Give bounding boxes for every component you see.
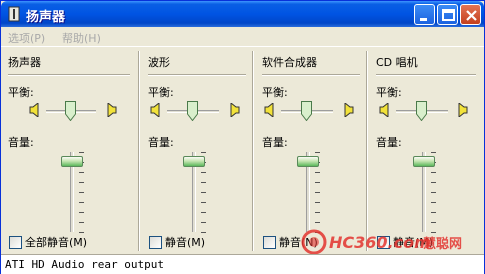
title-bar[interactable]: 扬声器 <box>1 1 484 27</box>
balance-slider-thumb[interactable] <box>187 101 198 122</box>
volume-label: 音量: <box>262 136 288 149</box>
mute-checkbox[interactable]: 静音(M) <box>149 234 205 250</box>
column-divider <box>366 51 368 251</box>
channel-title: 波形 <box>148 56 170 69</box>
volume-slider-thumb[interactable] <box>413 156 435 167</box>
volume-label: 音量: <box>148 136 174 149</box>
menu-bar: 选项(P) 帮助(H) <box>1 27 484 46</box>
mixer-window: 扬声器 选项(P) 帮助(H) 扬声器 平衡: 音量: 全部静音(M) 波形 平… <box>0 0 485 274</box>
title-rule <box>8 74 130 76</box>
column-divider <box>252 51 254 251</box>
speaker-app-icon <box>6 6 22 22</box>
mute-all-checkbox[interactable]: 全部静音(M) <box>9 234 87 250</box>
speaker-right-icon <box>342 101 354 119</box>
speaker-left-icon <box>264 101 276 119</box>
maximize-button[interactable] <box>437 4 458 25</box>
volume-label: 音量: <box>8 136 34 149</box>
speaker-left-icon <box>150 101 162 119</box>
volume-slider-thumb[interactable] <box>297 156 319 167</box>
status-device-name: ATI HD Audio rear output <box>5 258 164 271</box>
checkbox-box[interactable] <box>263 235 276 249</box>
channel-title: CD 唱机 <box>376 56 418 69</box>
balance-slider-thumb[interactable] <box>416 101 427 122</box>
menu-options[interactable]: 选项(P) <box>8 30 45 46</box>
menu-separator <box>1 46 484 47</box>
volume-slider-thumb[interactable] <box>183 156 205 167</box>
balance-slider-thumb[interactable] <box>301 101 312 122</box>
speaker-left-icon <box>379 101 391 119</box>
channel-cd: CD 唱机 平衡: 音量: 静音(M) <box>376 48 480 253</box>
speaker-right-icon <box>105 101 117 119</box>
balance-label: 平衡: <box>262 86 288 99</box>
svg-text:慧聪网: 慧聪网 <box>423 236 462 252</box>
status-bar: ATI HD Audio rear output <box>1 254 484 274</box>
volume-slider-thumb[interactable] <box>61 156 83 167</box>
checkbox-box[interactable] <box>149 235 162 249</box>
channel-sw-synth: 软件合成器 平衡: 音量: 静音(N) <box>262 48 366 253</box>
close-button[interactable] <box>460 4 481 25</box>
volume-label: 音量: <box>376 136 402 149</box>
window-title: 扬声器 <box>26 10 66 25</box>
column-divider <box>138 51 140 251</box>
channel-title: 扬声器 <box>8 56 41 69</box>
menu-help[interactable]: 帮助(H) <box>62 30 101 46</box>
balance-label: 平衡: <box>376 86 402 99</box>
checkbox-box[interactable] <box>9 235 22 249</box>
speaker-right-icon <box>456 101 468 119</box>
title-rule <box>262 74 360 76</box>
mute-label: 全部静音(M) <box>25 236 88 249</box>
speaker-left-icon <box>29 101 41 119</box>
title-rule <box>376 74 476 76</box>
balance-label: 平衡: <box>8 86 34 99</box>
channel-title: 软件合成器 <box>262 56 317 69</box>
balance-slider-thumb[interactable] <box>65 101 76 122</box>
channel-wave: 波形 平衡: 音量: 静音(M) <box>148 48 252 253</box>
title-rule <box>148 74 246 76</box>
channel-master: 扬声器 平衡: 音量: 全部静音(M) <box>8 48 136 253</box>
svg-text:HC360.com: HC360.com <box>329 233 431 252</box>
balance-label: 平衡: <box>148 86 174 99</box>
speaker-right-icon <box>228 101 240 119</box>
minimize-button[interactable] <box>414 4 435 25</box>
mute-label: 静音(M) <box>165 236 206 249</box>
hc360-watermark-logo: HC360.com 慧聪网 <box>301 229 471 255</box>
